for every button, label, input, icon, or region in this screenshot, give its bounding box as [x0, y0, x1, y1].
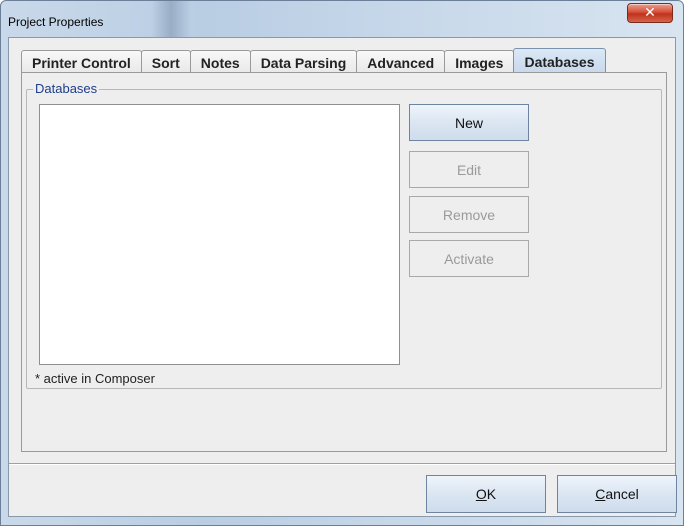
close-icon: ✕ — [644, 5, 656, 21]
ok-button[interactable]: OK — [426, 475, 546, 513]
ok-mnemonic: O — [475, 486, 487, 502]
databases-group: Databases * active in Composer New Edit … — [26, 81, 662, 389]
active-in-composer-note: * active in Composer — [35, 371, 155, 386]
tab-images[interactable]: Images — [444, 50, 515, 74]
new-button[interactable]: New — [409, 104, 529, 141]
remove-button[interactable]: Remove — [409, 196, 529, 233]
tab-databases[interactable]: Databases — [513, 48, 606, 74]
close-button[interactable]: ✕ — [627, 3, 673, 23]
databases-group-title: Databases — [33, 81, 100, 96]
cancel-mnemonic: C — [595, 486, 606, 502]
databases-list[interactable] — [39, 104, 400, 365]
cancel-label-rest: ancel — [605, 486, 639, 502]
edit-button[interactable]: Edit — [409, 151, 529, 188]
tab-strip: Printer Control Sort Notes Data Parsing … — [21, 48, 606, 74]
cancel-button[interactable]: Cancel — [557, 475, 677, 513]
tab-sort[interactable]: Sort — [140, 50, 191, 74]
dialog-content: Printer Control Sort Notes Data Parsing … — [8, 37, 677, 517]
window-title: Project Properties — [8, 15, 104, 29]
activate-button[interactable]: Activate — [409, 240, 529, 277]
databases-tab-panel: Databases * active in Composer New Edit … — [21, 72, 667, 452]
tab-notes[interactable]: Notes — [189, 50, 251, 74]
title-bar[interactable]: Project Properties ✕ — [1, 1, 683, 37]
title-bar-decoration — [151, 1, 191, 37]
tab-advanced[interactable]: Advanced — [356, 50, 446, 74]
tab-data-parsing[interactable]: Data Parsing — [249, 50, 358, 74]
project-properties-window: Project Properties ✕ Printer Control Sor… — [0, 0, 684, 526]
tab-printer-control[interactable]: Printer Control — [21, 50, 142, 74]
ok-label-rest: K — [486, 486, 497, 502]
bottom-separator — [9, 463, 675, 465]
